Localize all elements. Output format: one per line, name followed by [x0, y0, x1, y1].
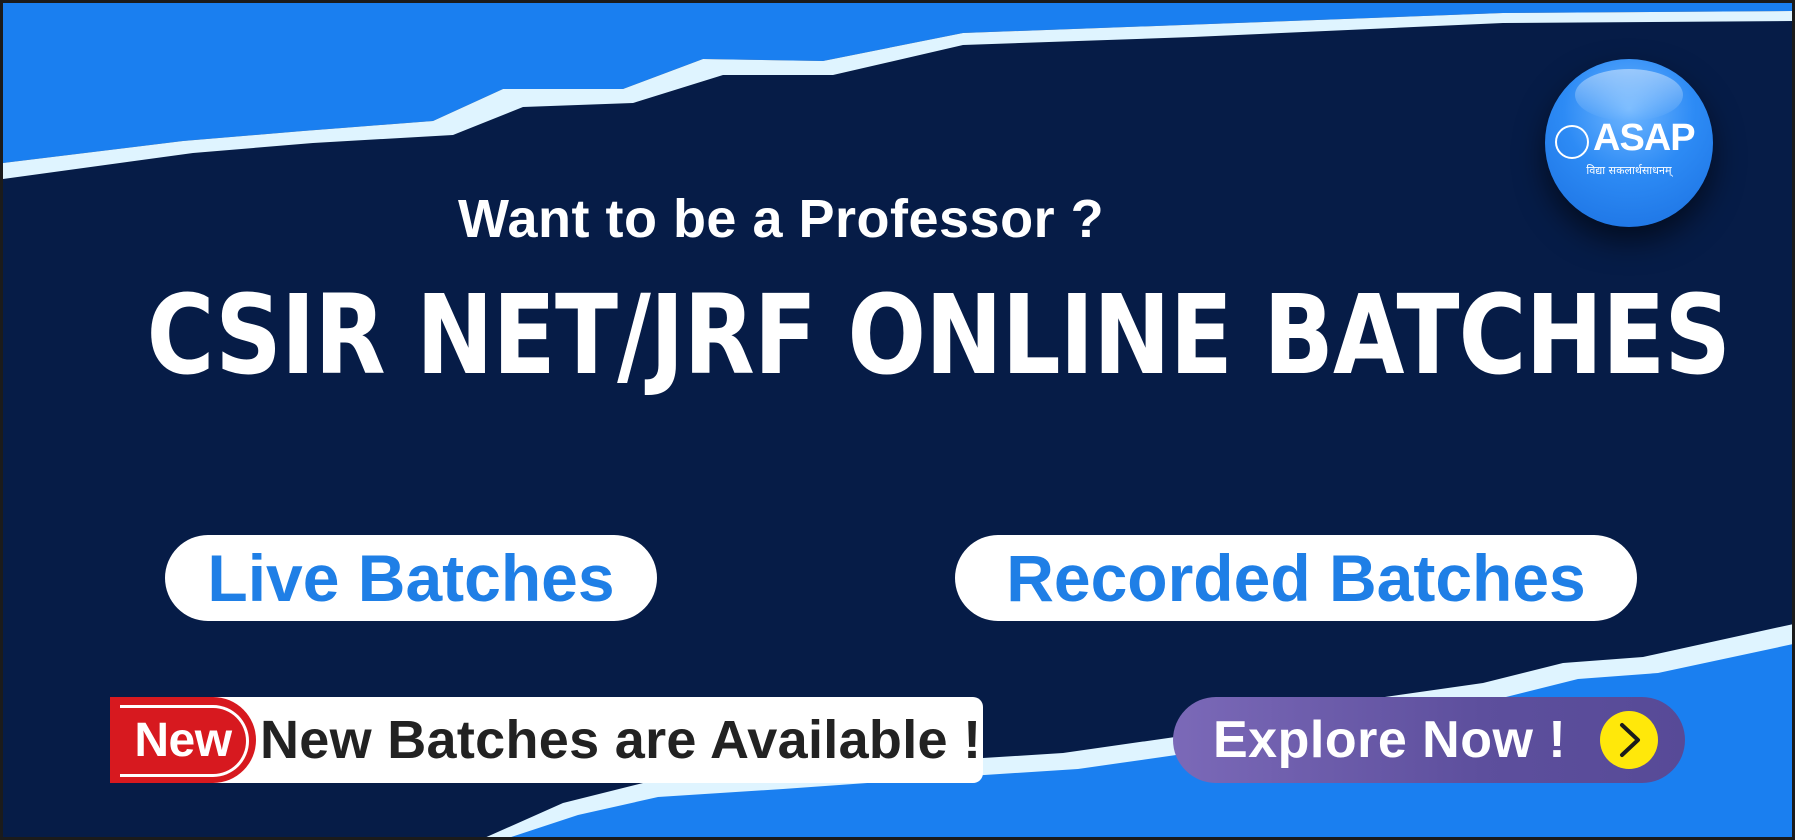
subtitle: Want to be a Professor ? [458, 189, 1105, 249]
logo-tagline: विद्या सकलार्थसाधनम् [1586, 164, 1672, 177]
new-batches-notice: New New Batches are Available ! [110, 697, 983, 783]
seal-icon [1555, 125, 1589, 159]
chevron-right-icon [1600, 711, 1658, 769]
explore-now-button[interactable]: Explore Now ! [1173, 697, 1685, 783]
recorded-batches-button[interactable]: Recorded Batches [955, 535, 1637, 621]
logo-gloss [1575, 69, 1683, 121]
new-badge-label: New [134, 713, 232, 767]
asap-logo: ASAP विद्या सकलार्थसाधनम् [1545, 59, 1713, 227]
logo-name: ASAP [1593, 117, 1696, 159]
recorded-batches-label: Recorded Batches [1006, 541, 1586, 615]
new-badge: New [110, 697, 256, 783]
explore-now-label: Explore Now ! [1213, 711, 1567, 769]
new-batches-message: New Batches are Available ! [260, 710, 982, 770]
headline: CSIR NET/JRF ONLINE BATCHES [146, 271, 1731, 399]
live-batches-label: Live Batches [207, 541, 615, 615]
live-batches-button[interactable]: Live Batches [165, 535, 657, 621]
promo-banner: ASAP विद्या सकलार्थसाधनम् Want to be a P… [0, 0, 1795, 840]
